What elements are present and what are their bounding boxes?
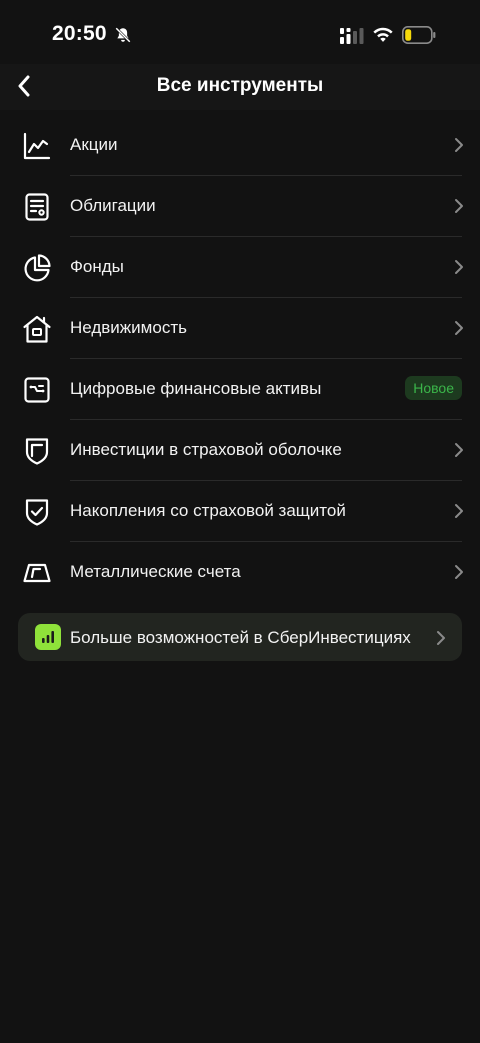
status-bar: 20:50	[0, 0, 480, 64]
list-item-label: Недвижимость	[70, 318, 187, 337]
promo-label: Больше возможностей в СберИнвестициях	[70, 628, 411, 647]
chevron-right-icon	[455, 443, 463, 457]
chevron-right-icon	[455, 138, 463, 152]
sber-investments-icon	[35, 624, 61, 650]
list-item-metal-accounts[interactable]: Металлические счета	[0, 542, 480, 603]
line-chart-icon	[23, 132, 51, 160]
list-item-label: Акции	[70, 135, 118, 154]
shield-check-icon	[25, 499, 49, 526]
list-item-insured-savings[interactable]: Накопления со страховой защитой	[0, 481, 480, 542]
list-item-stocks[interactable]: Акции	[0, 115, 480, 176]
navigation-header: Все инструменты	[0, 64, 480, 110]
sber-investments-banner[interactable]: Больше возможностей в СберИнвестициях	[18, 613, 462, 661]
pie-chart-icon	[24, 254, 51, 282]
list-item-digital-assets[interactable]: Цифровые финансовые активы Новое	[0, 359, 480, 420]
house-icon	[23, 315, 51, 343]
signal-icon	[340, 28, 364, 44]
chevron-right-icon	[455, 504, 463, 518]
list-item-bonds[interactable]: Облигации	[0, 176, 480, 237]
chevron-right-icon	[455, 199, 463, 213]
shield-icon	[25, 438, 49, 465]
battery-low-icon	[402, 26, 436, 44]
digital-asset-icon	[24, 377, 50, 403]
list-item-label: Цифровые финансовые активы	[70, 379, 322, 398]
list-item-funds[interactable]: Фонды	[0, 237, 480, 298]
bell-slash-icon	[115, 27, 131, 43]
instruments-list: Акции Облигации Фонды Недвижимость Цифро…	[0, 115, 480, 603]
document-bond-icon	[25, 193, 49, 221]
status-time: 20:50	[52, 22, 107, 45]
metal-bar-icon	[23, 563, 51, 583]
new-badge: Новое	[405, 376, 462, 400]
page-title: Все инструменты	[156, 75, 324, 96]
list-item-label: Инвестиции в страховой оболочке	[70, 440, 342, 459]
chevron-right-icon	[455, 565, 463, 579]
list-item-label: Накопления со страховой защитой	[70, 501, 346, 520]
chevron-right-icon	[455, 260, 463, 274]
chevron-right-icon	[437, 631, 445, 645]
list-item-label: Металлические счета	[70, 562, 241, 581]
list-item-real-estate[interactable]: Недвижимость	[0, 298, 480, 359]
list-item-insurance-investments[interactable]: Инвестиции в страховой оболочке	[0, 420, 480, 481]
wifi-icon	[373, 27, 393, 42]
chevron-right-icon	[455, 321, 463, 335]
list-item-label: Облигации	[70, 196, 156, 215]
list-item-label: Фонды	[70, 257, 124, 276]
